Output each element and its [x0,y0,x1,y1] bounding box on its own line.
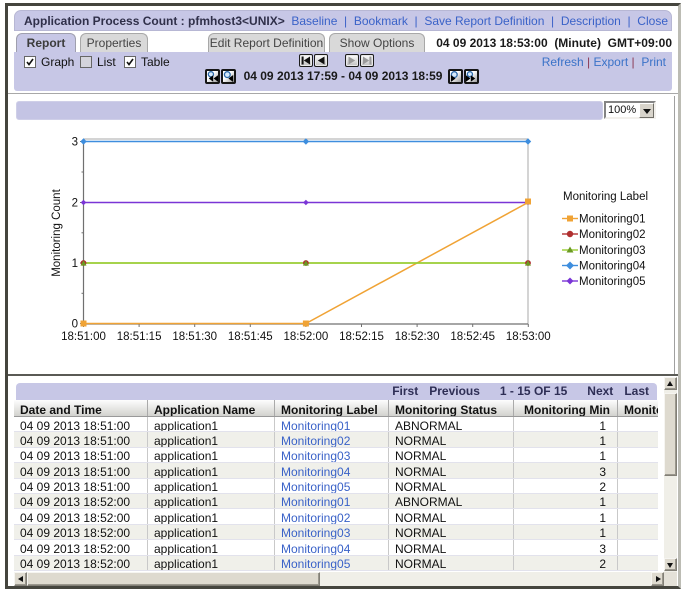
svg-text:2: 2 [72,198,78,210]
svg-text:Monitoring03: Monitoring03 [579,245,645,257]
svg-text:18:51:45: 18:51:45 [228,331,273,343]
svg-text:Monitoring01: Monitoring01 [579,214,645,226]
svg-text:18:53:00: 18:53:00 [506,331,551,343]
svg-text:3: 3 [72,137,78,149]
svg-text:18:52:15: 18:52:15 [339,331,384,343]
svg-text:18:51:15: 18:51:15 [117,331,162,343]
svg-text:1: 1 [72,258,78,270]
svg-text:Monitoring05: Monitoring05 [579,276,645,288]
svg-text:0: 0 [72,319,78,331]
svg-text:Monitoring04: Monitoring04 [579,261,646,273]
svg-text:18:52:45: 18:52:45 [450,331,495,343]
svg-text:18:51:00: 18:51:00 [61,331,106,343]
svg-text:18:52:00: 18:52:00 [284,331,329,343]
svg-text:Monitoring Label: Monitoring Label [563,191,648,203]
svg-text:Monitoring Count: Monitoring Count [51,188,63,276]
svg-text:Monitoring02: Monitoring02 [579,229,645,241]
svg-text:18:52:30: 18:52:30 [395,331,440,343]
svg-text:18:51:30: 18:51:30 [172,331,217,343]
